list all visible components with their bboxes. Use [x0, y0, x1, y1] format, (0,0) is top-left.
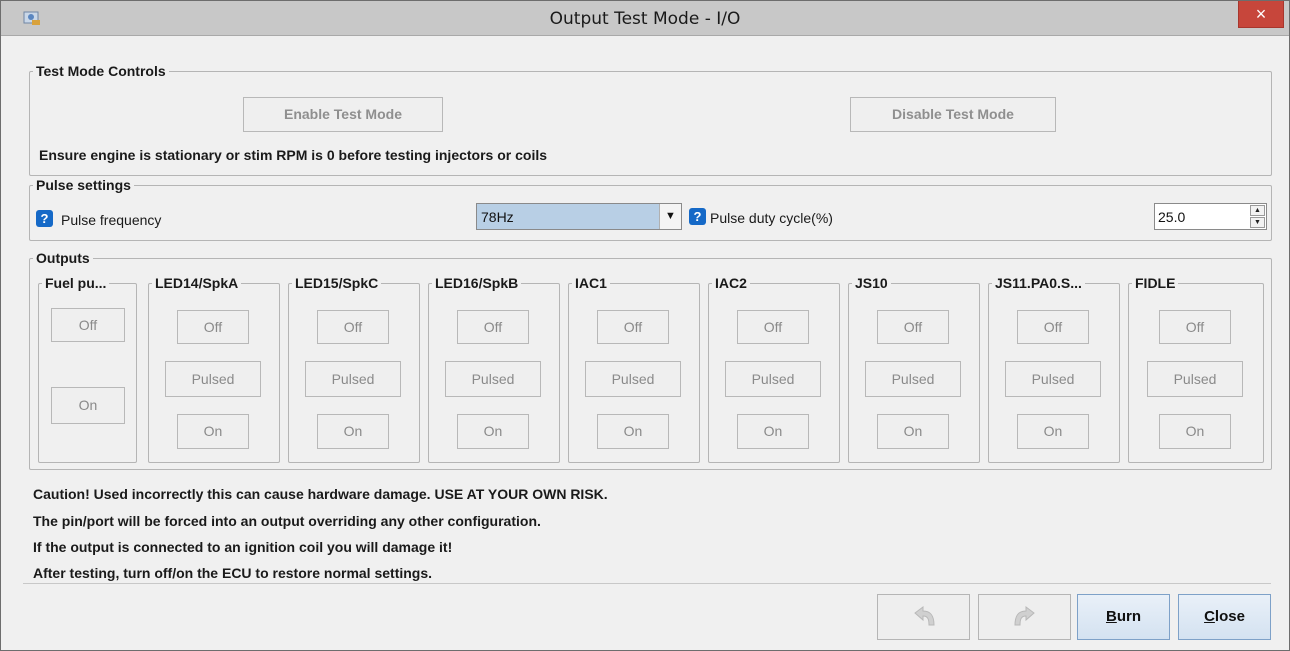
output-pulsed-button[interactable]: Pulsed	[1005, 361, 1101, 397]
pulse-frequency-label: Pulse frequency	[61, 212, 162, 228]
undo-button[interactable]	[877, 594, 970, 640]
outputs-legend: Outputs	[36, 250, 90, 266]
output-group-name: LED14/SpkA	[155, 275, 239, 291]
output-off-button[interactable]: Off	[737, 310, 809, 344]
output-pulsed-button[interactable]: Pulsed	[165, 361, 261, 397]
output-on-button[interactable]: On	[51, 387, 125, 424]
output-off-button[interactable]: Off	[1017, 310, 1089, 344]
redo-icon	[1013, 606, 1035, 626]
pulse-frequency-value: 78Hz	[481, 209, 514, 225]
footer-separator	[23, 583, 1271, 584]
close-mnemonic: C	[1204, 608, 1215, 625]
output-off-button[interactable]: Off	[1159, 310, 1231, 344]
caution-line: After testing, turn off/on the ECU to re…	[33, 565, 433, 581]
output-off-button[interactable]: Off	[51, 308, 125, 342]
output-pulsed-button[interactable]: Pulsed	[725, 361, 821, 397]
output-test-window: Output Test Mode - I/O × Test Mode Contr…	[0, 0, 1290, 651]
output-group: Fuel pu...	[38, 275, 137, 463]
output-on-button[interactable]: On	[1159, 414, 1231, 449]
burn-mnemonic: B	[1105, 608, 1117, 625]
title-bar[interactable]: Output Test Mode - I/O ×	[1, 1, 1289, 36]
output-on-button[interactable]: On	[877, 414, 949, 449]
help-icon[interactable]: ?	[36, 210, 53, 227]
burn-button[interactable]: Burn	[1077, 594, 1170, 640]
caution-line: The pin/port will be forced into an outp…	[33, 513, 541, 529]
output-pulsed-button[interactable]: Pulsed	[865, 361, 961, 397]
output-group-name: JS11.PA0.S...	[995, 275, 1082, 291]
output-pulsed-button[interactable]: Pulsed	[585, 361, 681, 397]
output-off-button[interactable]: Off	[457, 310, 529, 344]
pulse-duty-cycle-spinner[interactable]: 25.0 ▲ ▼	[1154, 203, 1267, 230]
output-on-button[interactable]: On	[457, 414, 529, 449]
help-icon[interactable]: ?	[689, 208, 706, 225]
spinner-down-icon[interactable]: ▼	[1250, 217, 1265, 228]
output-group-name: LED15/SpkC	[295, 275, 379, 291]
output-on-button[interactable]: On	[177, 414, 249, 449]
close-label: lose	[1214, 608, 1245, 625]
redo-button[interactable]	[978, 594, 1071, 640]
burn-label: urn	[1116, 608, 1141, 625]
pulse-settings-legend: Pulse settings	[36, 177, 131, 193]
output-off-button[interactable]: Off	[597, 310, 669, 344]
pulse-duty-cycle-label: Pulse duty cycle(%)	[710, 210, 833, 226]
output-on-button[interactable]: On	[317, 414, 389, 449]
pulse-duty-cycle-value: 25.0	[1158, 209, 1186, 225]
output-on-button[interactable]: On	[597, 414, 669, 449]
output-off-button[interactable]: Off	[877, 310, 949, 344]
output-on-button[interactable]: On	[737, 414, 809, 449]
output-group-name: LED16/SpkB	[435, 275, 519, 291]
output-pulsed-button[interactable]: Pulsed	[445, 361, 541, 397]
output-group-name: JS10	[855, 275, 888, 291]
output-group-name: Fuel pu...	[45, 275, 107, 291]
output-pulsed-button[interactable]: Pulsed	[305, 361, 401, 397]
output-group-name: IAC2	[715, 275, 747, 291]
undo-icon	[913, 606, 935, 626]
engine-warning-text: Ensure engine is stationary or stim RPM …	[39, 147, 548, 163]
output-on-button[interactable]: On	[1017, 414, 1089, 449]
window-close-button[interactable]: ×	[1238, 1, 1284, 28]
output-off-button[interactable]: Off	[317, 310, 389, 344]
caution-line: If the output is connected to an ignitio…	[33, 539, 453, 555]
output-group-name: FIDLE	[1135, 275, 1176, 291]
enable-test-mode-button[interactable]: Enable Test Mode	[243, 97, 443, 132]
chevron-down-icon[interactable]: ▼	[659, 204, 681, 229]
close-button[interactable]: Close	[1178, 594, 1271, 640]
spinner-up-icon[interactable]: ▲	[1250, 205, 1265, 216]
window-title: Output Test Mode - I/O	[549, 9, 741, 29]
output-group-name: IAC1	[575, 275, 607, 291]
disable-test-mode-button[interactable]: Disable Test Mode	[850, 97, 1056, 132]
output-pulsed-button[interactable]: Pulsed	[1147, 361, 1243, 397]
test-mode-legend: Test Mode Controls	[36, 63, 166, 79]
pulse-frequency-select[interactable]: 78Hz ▼	[476, 203, 682, 230]
caution-line: Caution! Used incorrectly this can cause…	[33, 486, 608, 502]
output-off-button[interactable]: Off	[177, 310, 249, 344]
